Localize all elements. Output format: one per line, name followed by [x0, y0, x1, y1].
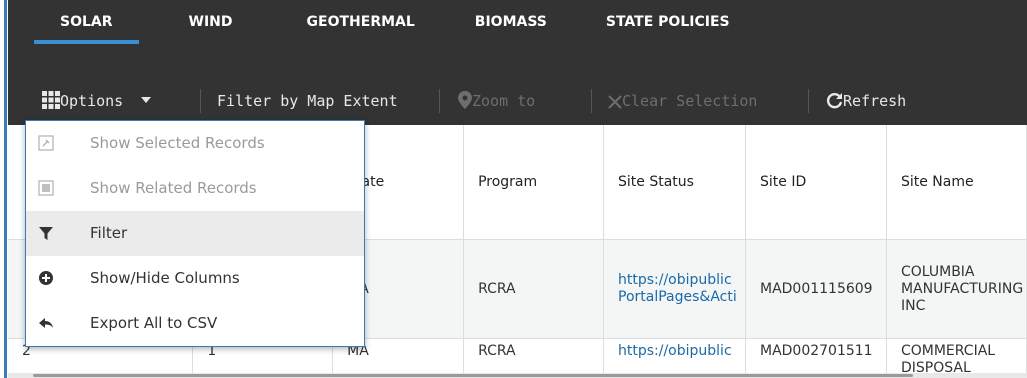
- refresh-label: Refresh: [843, 92, 907, 110]
- square-icon: [38, 180, 54, 196]
- tab-biomass[interactable]: BIOMASS: [475, 0, 547, 44]
- tab-bar: SOLAR WIND GEOTHERMAL BIOMASS STATE POLI…: [8, 0, 1027, 77]
- panel-left-border: [0, 0, 7, 378]
- grid-icon: [42, 91, 60, 109]
- table-cell-site-name: COLUMBIA MANUFACTURING INC: [886, 239, 1027, 339]
- tab-state-policies[interactable]: STATE POLICIES: [606, 0, 730, 44]
- tab-wind[interactable]: WIND: [189, 0, 233, 44]
- table-toolbar: Options Filter by Map Extent Zoom to Cle…: [8, 77, 1027, 125]
- clear-selection-button[interactable]: Clear Selection: [608, 77, 757, 125]
- tab-geothermal[interactable]: GEOTHERMAL: [307, 0, 415, 44]
- column-header-program[interactable]: Program: [463, 125, 604, 240]
- menu-item-label: Show Selected Records: [90, 134, 265, 152]
- zoom-to-label: Zoom to: [472, 92, 536, 110]
- column-header-site-name[interactable]: Site Name: [886, 125, 1027, 240]
- filter-icon: [39, 227, 53, 240]
- toolbar-separator: [591, 89, 592, 113]
- attribute-table-panel: SOLAR WIND GEOTHERMAL BIOMASS STATE POLI…: [8, 0, 1027, 378]
- caret-down-icon: [141, 97, 152, 103]
- table-cell-site-id: MAD001115609: [745, 239, 887, 339]
- horizontal-scrollbar[interactable]: [8, 373, 1027, 378]
- menu-item-export-csv[interactable]: Export All to CSV: [26, 301, 364, 346]
- plus-circle-icon: [39, 271, 53, 285]
- table-cell-program: RCRA: [463, 239, 604, 339]
- filter-by-map-extent-button[interactable]: Filter by Map Extent: [217, 77, 398, 125]
- zoom-to-button[interactable]: Zoom to: [458, 77, 535, 125]
- menu-item-label: Show/Hide Columns: [90, 269, 240, 287]
- site-status-link[interactable]: https://obipublic PortalPages&Acti: [603, 239, 746, 339]
- close-icon: [608, 95, 622, 109]
- menu-item-show-hide-columns[interactable]: Show/Hide Columns: [26, 256, 364, 301]
- toolbar-separator: [200, 89, 201, 113]
- map-marker-icon: [458, 91, 472, 109]
- menu-item-label: Filter: [90, 224, 128, 242]
- menu-item-label: Export All to CSV: [90, 314, 218, 332]
- refresh-icon: [826, 92, 843, 109]
- pin-icon: [38, 135, 54, 151]
- scrollbar-thumb[interactable]: [33, 374, 913, 377]
- options-button[interactable]: Options: [42, 77, 152, 125]
- menu-item-filter[interactable]: Filter: [26, 211, 364, 256]
- refresh-button[interactable]: Refresh: [826, 77, 906, 125]
- reply-arrow-icon: [39, 318, 53, 328]
- column-header-site-status[interactable]: Site Status: [603, 125, 746, 240]
- toolbar-separator: [808, 89, 809, 113]
- clear-selection-label: Clear Selection: [622, 92, 758, 110]
- menu-item-show-related-records[interactable]: Show Related Records: [26, 166, 364, 211]
- toolbar-separator: [439, 89, 440, 113]
- options-label: Options: [60, 92, 124, 110]
- column-header-site-id[interactable]: Site ID: [745, 125, 887, 240]
- tab-solar[interactable]: SOLAR: [34, 0, 138, 44]
- menu-item-label: Show Related Records: [90, 179, 257, 197]
- menu-item-show-selected-records[interactable]: Show Selected Records: [26, 121, 364, 166]
- options-dropdown-menu: Show Selected Records Show Related Recor…: [25, 120, 365, 347]
